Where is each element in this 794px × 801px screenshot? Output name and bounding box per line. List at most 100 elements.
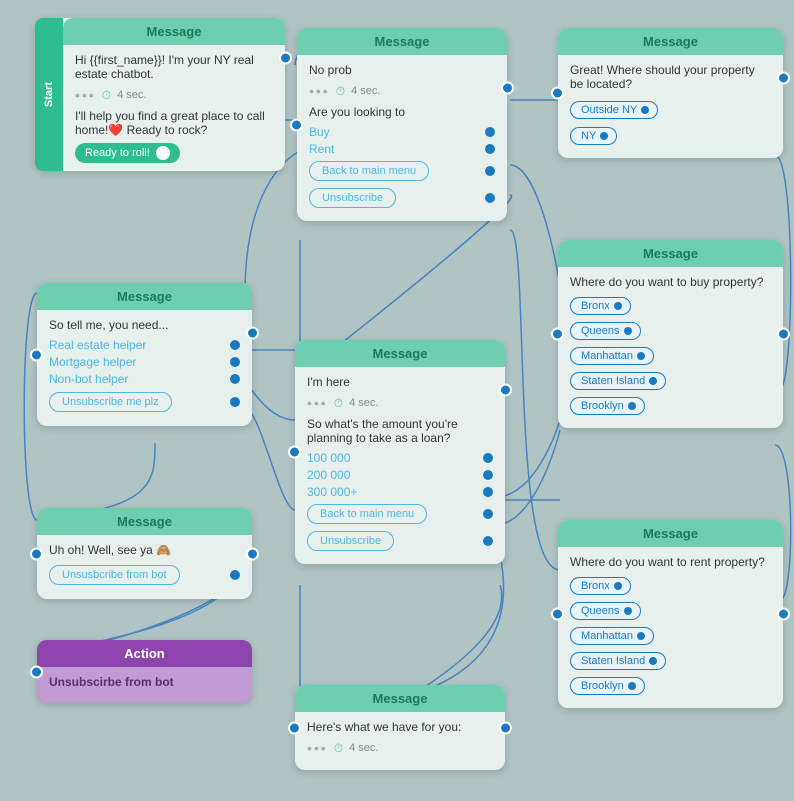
- n4-nb-dot: [230, 374, 240, 384]
- n8-bronx[interactable]: Bronx: [570, 295, 771, 317]
- canvas: Start Message Hi {{first_name}}! I'm you…: [0, 0, 794, 801]
- n3-choice-ny[interactable]: NY: [570, 125, 771, 147]
- n5-100-dot: [483, 453, 493, 463]
- n8-dot-left: [551, 328, 564, 341]
- n4-node: Message So tell me, you need... Real est…: [37, 283, 252, 426]
- n9-bronx-dot: [614, 582, 622, 590]
- n5-dot-left: [288, 446, 301, 459]
- n5-300-dot: [483, 487, 493, 497]
- n2-meta1: 4 sec.: [351, 85, 380, 97]
- n5-clock: ⏱: [334, 396, 343, 411]
- n7-msg1: Unsubscirbe from bot: [49, 675, 240, 689]
- n8-manhattan[interactable]: Manhattan: [570, 345, 771, 367]
- n5-back-btn[interactable]: Back to main menu: [307, 504, 427, 524]
- n3-outny-label: Outside NY: [570, 101, 658, 119]
- n2-dot-right: [501, 82, 514, 95]
- n3-dot-right: [777, 72, 790, 85]
- n4-choice-mort[interactable]: Mortgage helper: [49, 355, 240, 369]
- n9-header: Message: [558, 520, 783, 547]
- n5-unsub-dot: [483, 536, 493, 546]
- n9-bronx-label: Bronx: [570, 577, 631, 595]
- n9-queens-dot: [624, 607, 632, 615]
- n8-queens-dot: [624, 327, 632, 335]
- n10-node: Message Here's what we have for you: •••…: [295, 685, 505, 770]
- n3-choice-outny[interactable]: Outside NY: [570, 99, 771, 121]
- start-btn[interactable]: Ready to roll!: [75, 143, 180, 163]
- n5-header: Message: [295, 340, 505, 367]
- start-badge: Start: [43, 82, 55, 107]
- n7-dot-left: [30, 665, 43, 678]
- n2-msg2: Are you looking to: [309, 105, 495, 119]
- n2-back-dot: [485, 166, 495, 176]
- n4-msg1: So tell me, you need...: [49, 318, 240, 332]
- n5-node: Message I'm here ••• ⏱ 4 sec. So what's …: [295, 340, 505, 564]
- n4-dot-left: [30, 348, 43, 361]
- n2-rent-dot: [485, 144, 495, 154]
- start-dot-right: [279, 52, 292, 65]
- n2-msg1: No prob: [309, 63, 495, 77]
- n2-node: Message No prob ••• ⏱ 4 sec. Are you loo…: [297, 28, 507, 221]
- n4-choice-nb[interactable]: Non-bot helper: [49, 372, 240, 386]
- n2-choice-buy[interactable]: Buy: [309, 125, 495, 139]
- n5-choice-100[interactable]: 100 000: [307, 451, 493, 465]
- n9-brooklyn[interactable]: Brooklyn: [570, 675, 771, 697]
- n2-back-btn[interactable]: Back to main menu: [309, 161, 429, 181]
- n8-staten[interactable]: Staten Island: [570, 370, 771, 392]
- n9-staten-dot: [649, 657, 657, 665]
- n5-back-dot: [483, 509, 493, 519]
- n9-brooklyn-dot: [628, 682, 636, 690]
- n10-header: Message: [295, 685, 505, 712]
- n2-rent-label: Rent: [309, 142, 334, 156]
- n5-200-dot: [483, 470, 493, 480]
- start-msg2: I'll help you find a great place to call…: [75, 109, 273, 137]
- n9-manhattan-dot: [637, 632, 645, 640]
- n2-clock: ⏱: [336, 84, 345, 99]
- n8-staten-dot: [649, 377, 657, 385]
- n8-brooklyn-label: Brooklyn: [570, 397, 645, 415]
- n10-meta1: 4 sec.: [349, 742, 378, 754]
- n4-re-dot: [230, 340, 240, 350]
- n5-choice-200[interactable]: 200 000: [307, 468, 493, 482]
- n3-dot-left: [551, 87, 564, 100]
- n10-dots: •••: [307, 740, 328, 756]
- n8-brooklyn[interactable]: Brooklyn: [570, 395, 771, 417]
- start-btn-label: Ready to roll!: [85, 147, 150, 159]
- n3-node: Message Great! Where should your propert…: [558, 28, 783, 158]
- n7-node: Action Unsubscirbe from bot: [37, 640, 252, 703]
- n4-unsub-btn[interactable]: Unsubscribe me plz: [49, 392, 172, 412]
- n3-outny-dot: [641, 106, 649, 114]
- n9-node: Message Where do you want to rent proper…: [558, 520, 783, 708]
- n3-header: Message: [558, 28, 783, 55]
- n8-header: Message: [558, 240, 783, 267]
- n10-msg1: Here's what we have for you:: [307, 720, 493, 734]
- n9-queens[interactable]: Queens: [570, 600, 771, 622]
- n6-unsub-btn[interactable]: Unsusbcribe from bot: [49, 565, 180, 585]
- start-msg1: Hi {{first_name}}! I'm your NY real esta…: [75, 53, 273, 81]
- n9-staten[interactable]: Staten Island: [570, 650, 771, 672]
- n9-manhattan-label: Manhattan: [570, 627, 654, 645]
- n4-mort-dot: [230, 357, 240, 367]
- n9-brooklyn-label: Brooklyn: [570, 677, 645, 695]
- n5-msg2: So what's the amount you're planning to …: [307, 417, 493, 445]
- n2-choice-rent[interactable]: Rent: [309, 142, 495, 156]
- n5-choice-300[interactable]: 300 000+: [307, 485, 493, 499]
- n2-buy-dot: [485, 127, 495, 137]
- n8-queens[interactable]: Queens: [570, 320, 771, 342]
- n4-dot-right: [246, 327, 259, 340]
- n9-manhattan[interactable]: Manhattan: [570, 625, 771, 647]
- n2-unsub-dot: [485, 193, 495, 203]
- n8-bronx-dot: [614, 302, 622, 310]
- start-clock: ⏱: [102, 88, 111, 103]
- n6-unsub-dot: [230, 570, 240, 580]
- n4-choice-re[interactable]: Real estate helper: [49, 338, 240, 352]
- toggle-circle: [156, 146, 170, 160]
- start-node: Start Message Hi {{first_name}}! I'm you…: [35, 18, 285, 171]
- n6-msg1: Uh oh! Well, see ya 🙈: [49, 543, 240, 557]
- n5-meta1: 4 sec.: [349, 397, 378, 409]
- n2-unsub-btn[interactable]: Unsubscribe: [309, 188, 396, 208]
- n9-bronx[interactable]: Bronx: [570, 575, 771, 597]
- n5-unsub-btn[interactable]: Unsubscribe: [307, 531, 394, 551]
- n8-staten-label: Staten Island: [570, 372, 666, 390]
- n10-dot-left: [288, 721, 301, 734]
- n6-dot-left: [30, 547, 43, 560]
